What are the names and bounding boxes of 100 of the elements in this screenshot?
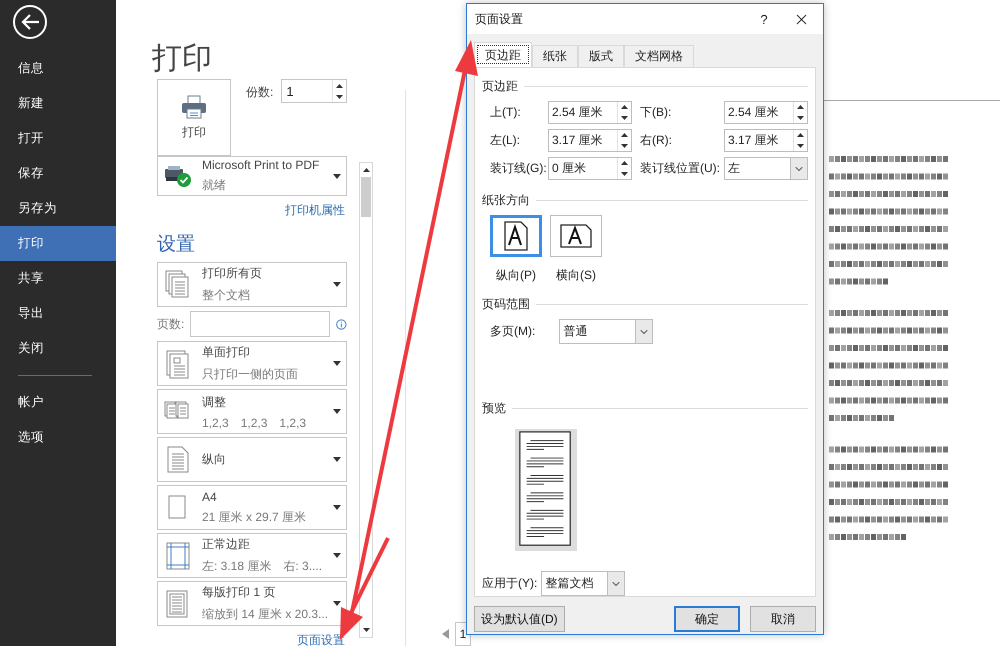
- margins-icon: [164, 540, 192, 572]
- dropdown-button[interactable]: [635, 320, 652, 343]
- setting-dropdown[interactable]: 正常边距 左: 3.18 厘米 右: 3....: [157, 533, 347, 578]
- sidebar-item[interactable]: 共享: [0, 261, 116, 296]
- pages-field[interactable]: [190, 311, 330, 337]
- dialog-button[interactable]: 确定: [674, 606, 740, 632]
- setting-title: 纵向: [202, 451, 227, 468]
- setting-title: 调整: [202, 394, 227, 410]
- printer-dropdown[interactable]: Microsoft Print to PDF 就绪: [157, 156, 347, 196]
- dropdown-button[interactable]: [790, 158, 807, 179]
- printer-name: Microsoft Print to PDF: [202, 158, 320, 172]
- printer-status: 就绪: [202, 177, 227, 194]
- down-triangle-icon: [621, 172, 628, 176]
- down-triangle-icon: [336, 94, 344, 98]
- caret-icon: [333, 361, 341, 366]
- orientation-label: 横向(S): [556, 267, 596, 284]
- sidebar-item[interactable]: 选项: [0, 420, 116, 455]
- printer-properties-link[interactable]: 打印机属性: [285, 202, 345, 219]
- sidebar-item[interactable]: 关闭: [0, 331, 116, 366]
- down-triangle-icon: [362, 628, 370, 632]
- dialog-tab[interactable]: 页边距: [474, 42, 532, 67]
- dialog-tab[interactable]: 纸张: [532, 45, 578, 67]
- sidebar-item[interactable]: 新建: [0, 86, 116, 121]
- copies-label: 份数:: [246, 84, 274, 101]
- margin-field[interactable]: 3.17 厘米: [548, 129, 632, 152]
- setting-dropdown[interactable]: 打印所有页 整个文档: [157, 262, 347, 307]
- sidebar-item[interactable]: 信息: [0, 51, 116, 86]
- setting-title: 单面打印: [202, 344, 251, 361]
- setting-detail: 缩放到 14 厘米 x 20.3...: [202, 606, 328, 623]
- section-heading: 纸张方向: [482, 192, 530, 209]
- sidebar-item[interactable]: 打开: [0, 121, 116, 156]
- field-label: 左(L):: [490, 132, 521, 149]
- print-button[interactable]: 打印: [157, 79, 231, 156]
- dropdown-button[interactable]: [607, 572, 624, 595]
- up-triangle-icon: [336, 84, 344, 88]
- multiple-pages-select[interactable]: 普通: [559, 319, 654, 344]
- down-triangle-icon: [797, 116, 804, 120]
- setting-dropdown[interactable]: 纵向: [157, 437, 347, 482]
- gutter-position-select[interactable]: 左: [724, 157, 808, 180]
- sidebar-item[interactable]: 保存: [0, 156, 116, 191]
- field-label: 装订线(G):: [490, 160, 548, 177]
- dialog-button[interactable]: 取消: [750, 606, 816, 632]
- up-triangle-icon: [362, 168, 370, 172]
- setting-detail: 1,2,3: [279, 416, 306, 430]
- help-button[interactable]: ?: [749, 5, 779, 33]
- orientation-button[interactable]: [550, 215, 602, 257]
- dialog-button[interactable]: 设为默认值(D): [474, 606, 565, 632]
- field-label: 上(T):: [490, 104, 522, 121]
- caret-icon: [333, 457, 341, 462]
- caret-icon: [333, 505, 341, 510]
- settings-heading: 设置: [157, 233, 196, 257]
- printer-icon: [181, 94, 207, 120]
- caret-icon: [333, 553, 341, 558]
- sidebar-item[interactable]: 另存为: [0, 191, 116, 226]
- previous-page-icon[interactable]: [442, 629, 449, 639]
- setting-dropdown[interactable]: 每版打印 1 页 缩放到 14 厘米 x 20.3...: [157, 581, 347, 626]
- scrollbar[interactable]: [359, 162, 373, 638]
- margin-field[interactable]: 2.54 厘米: [724, 101, 808, 124]
- down-triangle-icon: [797, 144, 804, 148]
- up-triangle-icon: [621, 161, 628, 166]
- margin-field[interactable]: 0 厘米: [548, 157, 632, 180]
- dialog-tab[interactable]: 文档网格: [624, 45, 694, 67]
- setting-dropdown[interactable]: 单面打印 只打印一侧的页面: [157, 341, 347, 386]
- scrollbar-thumb[interactable]: [361, 177, 371, 217]
- orientation-label: 纵向(P): [496, 267, 536, 284]
- field-label: 装订线位置(U):: [639, 160, 721, 177]
- sidebar-item[interactable]: 帐户: [0, 385, 116, 420]
- landscape-page-icon: [559, 223, 593, 249]
- dialog-tab[interactable]: 版式: [578, 45, 624, 67]
- apply-to-select[interactable]: 整篇文档: [541, 571, 626, 596]
- field-label: 右(R):: [639, 132, 673, 149]
- setting-dropdown[interactable]: 调整 1,2,3 1,2,3 1,2,3: [157, 389, 347, 434]
- printer-ready-icon: [164, 164, 192, 188]
- sidebar-item[interactable]: 打印: [0, 226, 116, 261]
- setting-detail: 整个文档: [202, 287, 250, 304]
- down-triangle-icon: [621, 144, 628, 148]
- info-icon: [336, 318, 347, 330]
- orientation-button[interactable]: [490, 215, 542, 257]
- caret-icon: [333, 601, 341, 606]
- up-triangle-icon: [621, 133, 628, 138]
- setting-dropdown[interactable]: A4 21 厘米 x 29.7 厘米: [157, 485, 347, 530]
- setting-title: A4: [202, 490, 218, 504]
- sidebar-item[interactable]: 导出: [0, 296, 116, 331]
- caret-icon: [333, 282, 341, 287]
- section-heading: 页码范围: [482, 296, 530, 313]
- caret-icon: [333, 409, 341, 414]
- up-triangle-icon: [797, 105, 804, 110]
- setting-title: 正常边距: [202, 536, 251, 553]
- margin-field[interactable]: 2.54 厘米: [548, 101, 632, 124]
- setting-detail: 只打印一侧的页面: [202, 366, 298, 383]
- setting-detail: 21 厘米 x 29.7 厘米: [202, 508, 306, 526]
- field-label: 应用于(Y):: [482, 575, 538, 592]
- back-button[interactable]: [13, 5, 47, 39]
- page-title: 打印: [152, 41, 213, 77]
- setting-detail: 右: 3....: [283, 558, 322, 575]
- dialog-title: 页面设置: [475, 10, 524, 28]
- down-triangle-icon: [621, 116, 628, 120]
- margin-field[interactable]: 3.17 厘米: [724, 129, 808, 152]
- caret-icon: [333, 174, 341, 178]
- copies-field[interactable]: 1: [281, 79, 348, 103]
